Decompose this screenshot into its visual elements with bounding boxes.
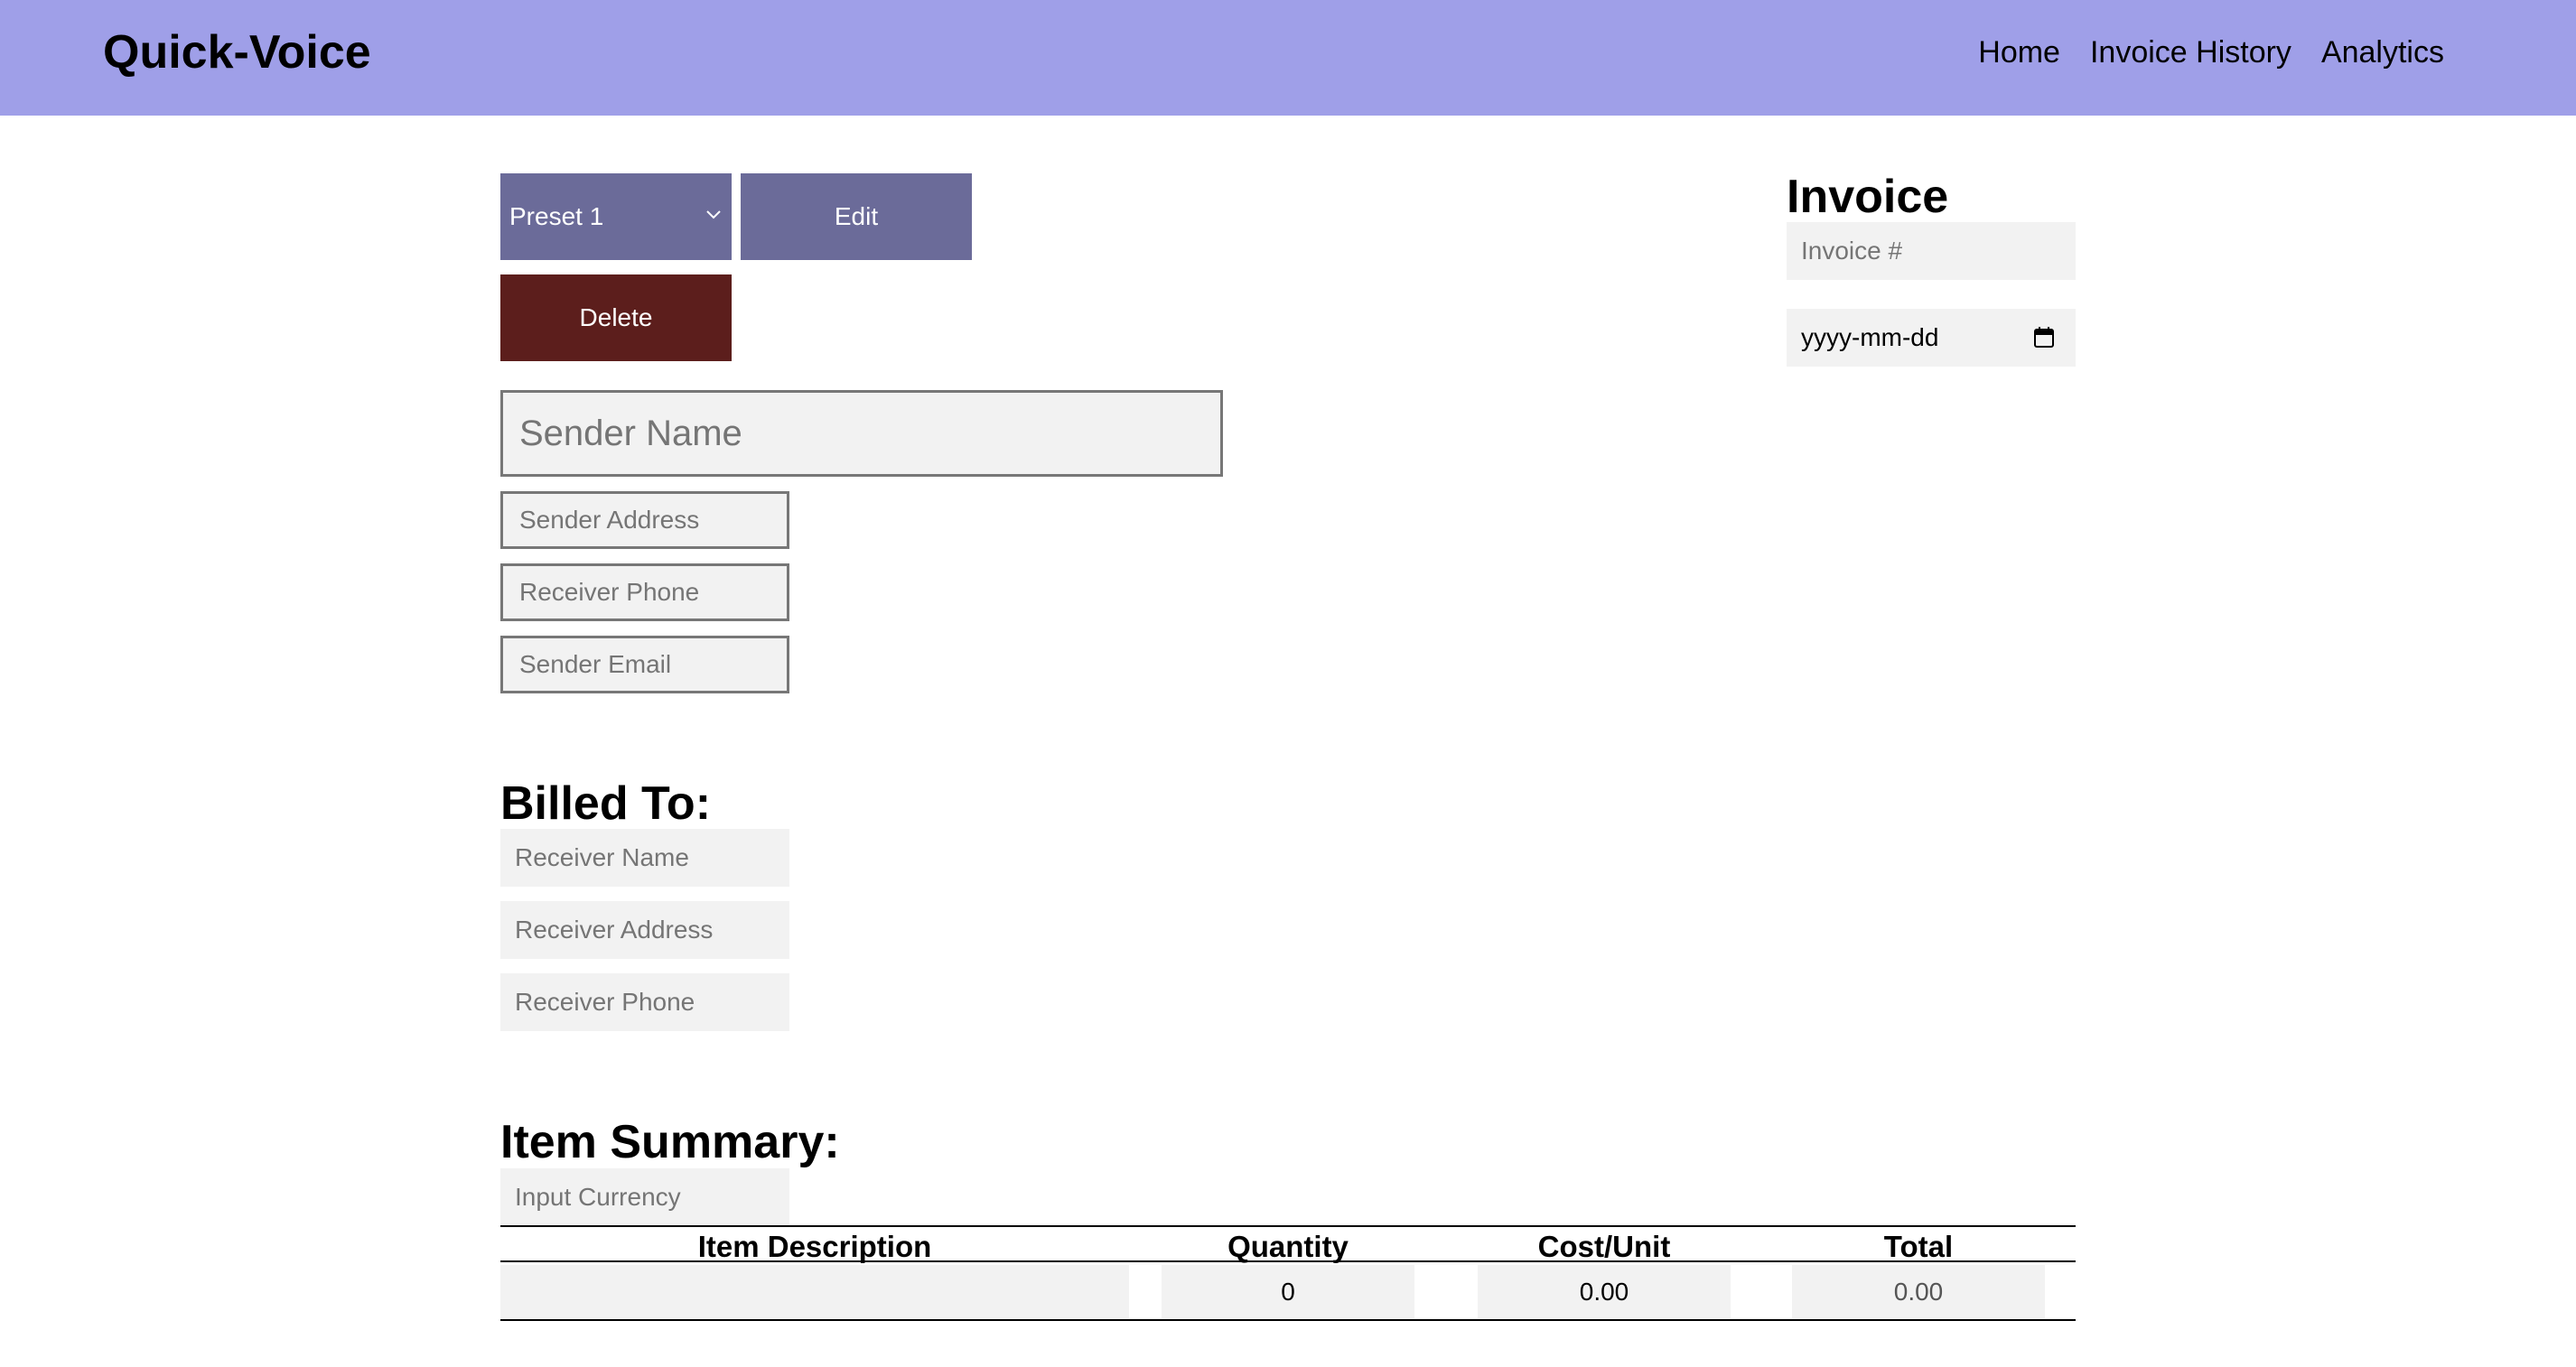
quantity-cell[interactable]: 0 bbox=[1162, 1265, 1414, 1319]
currency-input[interactable]: Input Currency bbox=[500, 1168, 789, 1226]
column-header-cost-unit: Cost/Unit bbox=[1537, 1230, 1671, 1263]
calendar-icon[interactable] bbox=[2034, 327, 2054, 349]
table-header-rule bbox=[500, 1260, 2076, 1262]
column-header-quantity: Quantity bbox=[1227, 1230, 1349, 1263]
cost-unit-cell[interactable]: 0.00 bbox=[1478, 1265, 1731, 1319]
receiver-phone-placeholder: Receiver Phone bbox=[515, 988, 695, 1016]
invoice-date-placeholder: yyyy-mm-dd bbox=[1801, 323, 1939, 351]
sender-name-placeholder: Sender Name bbox=[519, 413, 742, 453]
invoice-date-input[interactable]: yyyy-mm-dd bbox=[1787, 309, 2076, 367]
nav-invoice-history-link[interactable]: Invoice History bbox=[2090, 33, 2291, 72]
sender-email-input[interactable]: Sender Email bbox=[500, 636, 789, 693]
receiver-address-input[interactable]: Receiver Address bbox=[500, 901, 789, 959]
item-description-cell[interactable] bbox=[500, 1265, 1129, 1319]
receiver-address-placeholder: Receiver Address bbox=[515, 916, 714, 944]
item-summary-heading: Item Summary: bbox=[500, 1116, 840, 1168]
sender-phone-placeholder: Receiver Phone bbox=[519, 578, 700, 606]
edit-button[interactable]: Edit bbox=[741, 173, 972, 260]
chevron-down-icon bbox=[706, 210, 721, 219]
app-brand[interactable]: Quick-Voice bbox=[103, 25, 371, 79]
sender-address-placeholder: Sender Address bbox=[519, 506, 700, 534]
currency-placeholder: Input Currency bbox=[515, 1183, 681, 1211]
invoice-number-input[interactable]: Invoice # bbox=[1787, 222, 2076, 280]
table-bottom-rule bbox=[500, 1319, 2076, 1321]
sender-name-input[interactable]: Sender Name bbox=[500, 390, 1223, 477]
nav-links: Home Invoice History Analytics bbox=[1978, 33, 2444, 72]
nav-analytics-link[interactable]: Analytics bbox=[2321, 33, 2444, 72]
receiver-name-placeholder: Receiver Name bbox=[515, 843, 689, 871]
sender-email-placeholder: Sender Email bbox=[519, 650, 672, 678]
receiver-phone-input[interactable]: Receiver Phone bbox=[500, 973, 789, 1031]
billed-to-heading: Billed To: bbox=[500, 777, 712, 830]
nav-home-link[interactable]: Home bbox=[1978, 33, 2060, 72]
receiver-name-input[interactable]: Receiver Name bbox=[500, 829, 789, 887]
table-top-rule bbox=[500, 1225, 2076, 1227]
sender-address-input[interactable]: Sender Address bbox=[500, 491, 789, 549]
column-header-total: Total bbox=[1883, 1230, 1954, 1263]
total-cell: 0.00 bbox=[1792, 1265, 2045, 1319]
preset-select-value: Preset 1 bbox=[509, 202, 604, 230]
sender-phone-input[interactable]: Receiver Phone bbox=[500, 563, 789, 621]
invoice-number-placeholder: Invoice # bbox=[1801, 237, 1903, 265]
invoice-heading: Invoice bbox=[1787, 171, 1949, 223]
top-navbar: Quick-Voice Home Invoice History Analyti… bbox=[0, 0, 2576, 116]
preset-select[interactable]: Preset 1 bbox=[500, 173, 732, 260]
column-header-item-description: Item Description bbox=[697, 1230, 932, 1263]
delete-button[interactable]: Delete bbox=[500, 274, 732, 361]
